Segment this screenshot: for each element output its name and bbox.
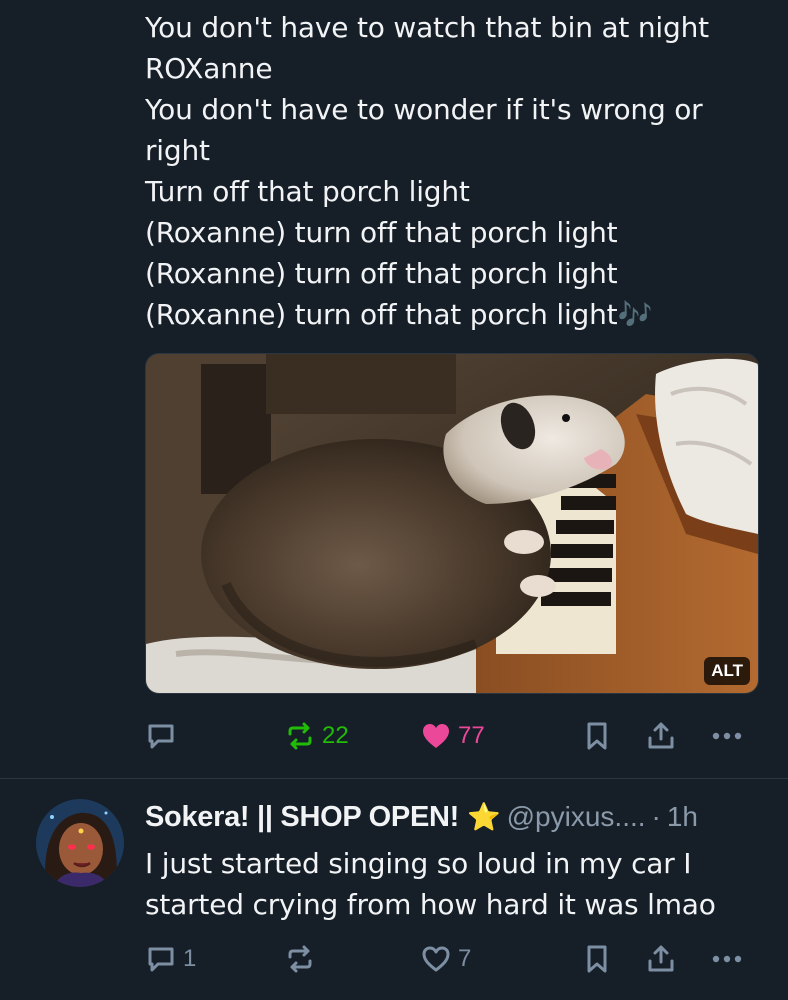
share-upload-icon xyxy=(648,945,674,972)
more-options-button[interactable] xyxy=(709,718,745,754)
opossum-piano-image xyxy=(146,354,758,693)
feed: You don't have to watch that bin at nigh… xyxy=(0,0,788,1000)
post-text-line: ROXanne xyxy=(145,52,273,85)
like-button[interactable]: 7 xyxy=(420,941,471,977)
post-text-line: You don't have to wonder if it's wrong o… xyxy=(145,93,703,126)
share-button[interactable] xyxy=(645,718,677,754)
post-text-line: right xyxy=(145,134,210,167)
reply-header: Sokera! || SHOP OPEN! ⭐ @pyixus.... · 1h xyxy=(145,796,765,838)
repost-button[interactable]: 22 xyxy=(284,718,349,754)
like-count: 7 xyxy=(458,945,472,972)
repost-button[interactable] xyxy=(284,941,316,977)
timestamp[interactable]: 1h xyxy=(667,801,698,833)
ellipsis-icon xyxy=(712,955,742,963)
avatar-illustration xyxy=(36,799,124,887)
star-icon: ⭐ xyxy=(467,802,501,833)
display-name[interactable]: Sokera! || SHOP OPEN! xyxy=(145,801,459,834)
heart-icon xyxy=(423,724,449,748)
post-text: You don't have to watch that bin at nigh… xyxy=(145,7,765,335)
like-button[interactable]: 77 xyxy=(420,718,485,754)
repost-arrows-icon xyxy=(288,722,312,750)
alt-badge[interactable]: ALT xyxy=(704,657,750,685)
user-handle[interactable]: @pyixus.... xyxy=(507,801,646,833)
bookmark-button[interactable] xyxy=(581,718,613,754)
share-button[interactable] xyxy=(645,941,677,977)
post-text-line: (Roxanne) turn off that porch light🎶 xyxy=(145,298,653,331)
post-text-line: (Roxanne) turn off that porch light xyxy=(145,216,618,249)
speech-bubble-icon xyxy=(148,947,174,972)
reply-text-line: started crying from how hard it was lmao xyxy=(145,888,716,921)
avatar[interactable] xyxy=(36,799,124,887)
reply-button[interactable]: 1 xyxy=(145,941,196,977)
share-upload-icon xyxy=(648,722,674,749)
ellipsis-icon xyxy=(712,732,742,740)
bookmark-icon xyxy=(587,722,607,750)
like-count: 77 xyxy=(458,722,485,749)
reply-count: 1 xyxy=(183,945,197,972)
more-options-button[interactable] xyxy=(709,941,745,977)
reply-button[interactable] xyxy=(145,718,177,754)
speech-bubble-icon xyxy=(148,724,174,749)
post-text-line: (Roxanne) turn off that porch light xyxy=(145,257,618,290)
reply-actions: 1 7 xyxy=(145,941,757,977)
post-actions: 22 77 xyxy=(145,718,757,754)
separator-dot: · xyxy=(651,801,661,832)
post-text-line: You don't have to watch that bin at nigh… xyxy=(145,11,709,44)
reply-text-line: I just started singing so loud in my car… xyxy=(145,847,692,880)
bookmark-button[interactable] xyxy=(581,941,613,977)
post-text-line: Turn off that porch light xyxy=(145,175,470,208)
repost-arrows-icon xyxy=(288,945,312,973)
heart-outline-icon xyxy=(422,946,450,972)
post-divider xyxy=(0,778,788,779)
reply-text: I just started singing so loud in my car… xyxy=(145,843,765,925)
bookmark-icon xyxy=(587,945,607,973)
repost-count: 22 xyxy=(322,722,349,749)
post-image[interactable]: ALT xyxy=(145,353,759,694)
